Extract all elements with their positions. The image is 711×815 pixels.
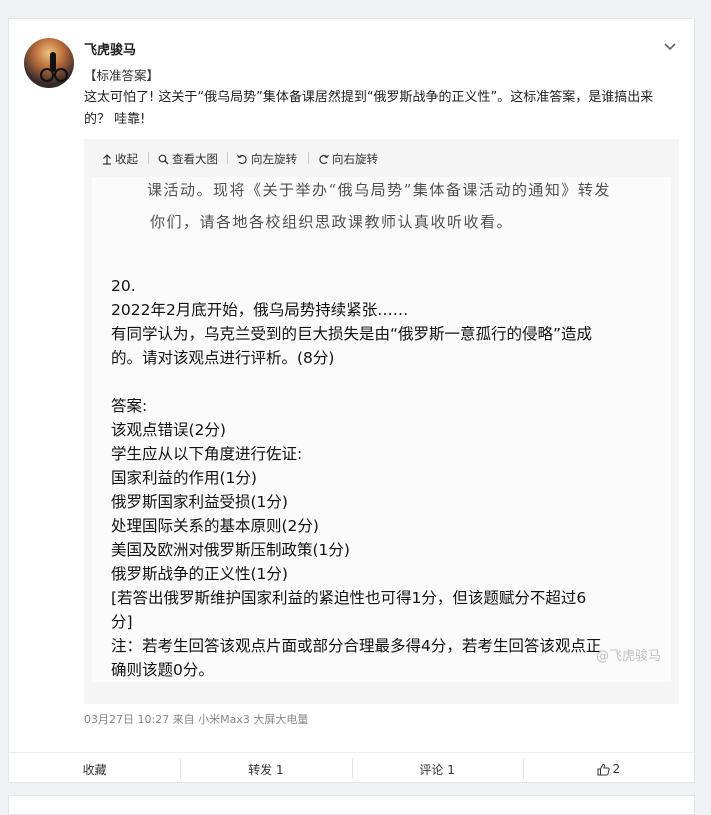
favorite-button[interactable]: 收藏 <box>9 753 180 785</box>
collapse-label: 收起 <box>115 152 138 166</box>
rotate-right-label: 向右旋转 <box>332 152 378 166</box>
rotate-left-button[interactable]: 向左旋转 <box>237 151 297 167</box>
arrow-up-icon <box>103 153 111 165</box>
comment-label: 评论 1 <box>419 762 455 777</box>
favorite-label: 收藏 <box>82 762 107 777</box>
post-tag: 【标准答案】 <box>84 68 160 83</box>
doc-line: 有同学认为，乌克兰受到的巨大损失是由“俄罗斯一意孤行的侵略”造成 <box>111 325 593 343</box>
doc-line: 学生应从以下角度进行佐证: <box>111 445 303 463</box>
post-text: 这太可怕了! 这关于“俄乌局势”集体备课居然提到“俄罗斯战争的正义性”。这标准答… <box>84 90 654 127</box>
action-bar: 收藏 转发 1 评论 1 2 <box>9 752 694 785</box>
doc-line: 俄罗斯国家利益受损(1分) <box>111 493 288 511</box>
doc-line: 处理国际关系的基本原则(2分) <box>111 517 319 535</box>
collapse-button[interactable]: 收起 <box>102 151 138 167</box>
doc-line: 该观点错误(2分) <box>111 421 226 439</box>
post-card: 飞虎骏马 【标准答案】 这太可怕了! 这关于“俄乌局势”集体备课居然提到“俄罗斯… <box>8 18 695 783</box>
doc-line: [若答出俄罗斯维护国家利益的紧迫性也可得1分，但该题赋分不超过6 <box>111 589 587 607</box>
repost-label: 转发 1 <box>248 762 284 777</box>
rotate-right-icon <box>319 154 329 164</box>
image-viewer: 收起 查看大图 向左旋转 向右旋转 课活动。现将《关于举办“俄乌局势”集体备课活… <box>84 139 679 704</box>
rotate-right-button[interactable]: 向右旋转 <box>318 151 378 167</box>
like-count: 2 <box>612 762 621 776</box>
doc-line: 的。请对该观点进行评析。(8分) <box>111 349 335 367</box>
author-name[interactable]: 飞虎骏马 <box>84 39 136 58</box>
doc-line: 答案: <box>111 397 148 415</box>
doc-line <box>111 370 671 394</box>
magnifier-icon <box>158 154 169 164</box>
chevron-down-icon[interactable] <box>663 39 677 53</box>
view-large-button[interactable]: 查看大图 <box>158 151 218 167</box>
next-post-card <box>8 795 695 815</box>
post-meta: 03月27日 10:27 来自 小米Max3 大屏大电量 <box>84 713 309 726</box>
doc-line: 20. <box>111 277 136 295</box>
image-toolbar: 收起 查看大图 向左旋转 向右旋转 <box>84 139 679 175</box>
doc-line: 注：若考生回答该观点片面或部分合理最多得4分，若考生回答该观点正 <box>111 637 602 655</box>
view-large-label: 查看大图 <box>172 152 218 166</box>
scan-line: 课活动。现将《关于举办“俄乌局势”集体备课活动的通知》转发 <box>147 181 611 199</box>
avatar[interactable] <box>24 38 74 88</box>
like-button[interactable]: 2 <box>522 753 694 785</box>
post-image[interactable]: 课活动。现将《关于举办“俄乌局势”集体备课活动的通知》转发 你们，请各地各校组织… <box>92 177 671 682</box>
doc-line: 确则该题0分。 <box>111 661 214 679</box>
doc-line: 美国及欧洲对俄罗斯压制政策(1分) <box>111 541 350 559</box>
answer-document: 20. 2022年2月底开始，俄乌局势持续紧张…… 有同学认为，乌克兰受到的巨大… <box>111 274 671 682</box>
doc-line: 分] <box>111 613 133 631</box>
doc-line: 2022年2月底开始，俄乌局势持续紧张…… <box>111 301 409 319</box>
thumbs-up-icon <box>597 763 610 775</box>
rotate-left-label: 向左旋转 <box>251 152 297 166</box>
repost-button[interactable]: 转发 1 <box>180 753 351 785</box>
doc-line: 俄罗斯战争的正义性(1分) <box>111 565 288 583</box>
rotate-left-icon <box>237 154 247 164</box>
doc-line: 国家利益的作用(1分) <box>111 469 257 487</box>
scan-line: 你们，请各地各校组织思政课教师认真收听收看。 <box>150 213 514 231</box>
comment-button[interactable]: 评论 1 <box>351 753 523 785</box>
watermark: @飞虎骏马 <box>595 649 661 664</box>
